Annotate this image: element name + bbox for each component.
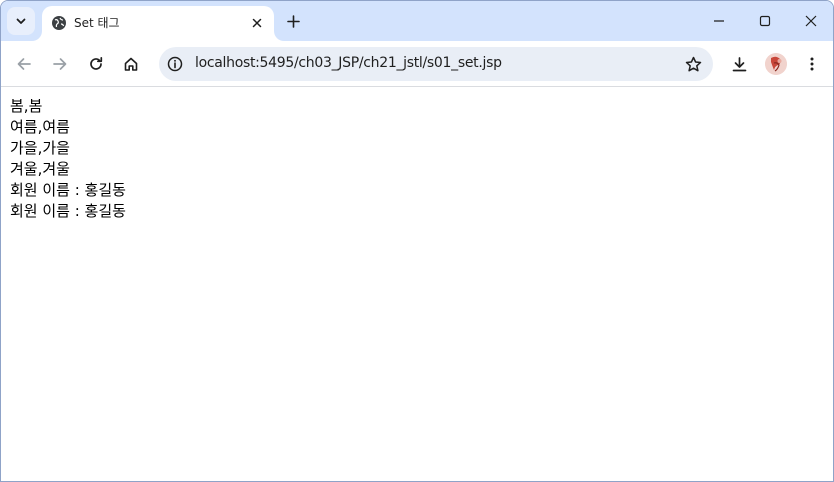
browser-window: Set 태그 localhost:5495/ch03_JSP/ch21_jstl… <box>0 0 834 482</box>
globe-icon <box>52 16 66 30</box>
page-content: 봄,봄 여름,여름 가을,가을 겨울,겨울 회원 이름 : 홍길동 회원 이름 … <box>1 88 833 481</box>
download-icon <box>732 56 746 71</box>
arrow-right-icon <box>53 58 67 70</box>
content-line: 회원 이름 : 홍길동 <box>10 202 126 220</box>
reload-icon <box>90 56 103 70</box>
maximize-icon <box>759 15 771 27</box>
back-button[interactable] <box>8 48 40 80</box>
address-bar[interactable]: localhost:5495/ch03_JSP/ch21_jstl/s01_se… <box>159 47 713 81</box>
avatar-image-icon <box>765 53 787 75</box>
plus-icon <box>286 14 300 28</box>
content-line: 가을,가을 <box>10 139 70 157</box>
url-text[interactable]: localhost:5495/ch03_JSP/ch21_jstl/s01_se… <box>195 55 502 71</box>
close-window-button[interactable] <box>788 1 833 41</box>
more-vertical-icon <box>810 57 814 71</box>
tab-title: Set 태그 <box>74 16 120 30</box>
content-line: 봄,봄 <box>10 97 43 115</box>
reload-button[interactable] <box>80 48 112 80</box>
arrow-left-icon <box>17 58 31 70</box>
info-icon <box>167 56 183 72</box>
content-line: 여름,여름 <box>10 118 70 136</box>
star-icon <box>685 56 701 71</box>
minimize-icon <box>714 20 724 22</box>
content-line: 회원 이름 : 홍길동 <box>10 181 126 199</box>
maximize-button[interactable] <box>742 1 788 41</box>
close-icon <box>252 18 262 28</box>
tab-strip: Set 태그 <box>1 1 833 41</box>
tab-active[interactable]: Set 태그 <box>42 6 274 41</box>
chevron-down-icon <box>16 18 26 24</box>
minimize-button[interactable] <box>696 1 742 41</box>
menu-button[interactable] <box>796 48 828 80</box>
close-icon <box>805 15 817 27</box>
bookmark-button[interactable] <box>679 50 707 78</box>
downloads-button[interactable] <box>723 48 755 80</box>
home-button[interactable] <box>115 48 147 80</box>
browser-toolbar: localhost:5495/ch03_JSP/ch21_jstl/s01_se… <box>1 41 833 87</box>
profile-avatar[interactable] <box>765 53 787 75</box>
tab-search-button[interactable] <box>7 7 35 35</box>
site-info-button[interactable] <box>163 52 187 76</box>
home-icon <box>124 57 138 71</box>
new-tab-button[interactable] <box>281 9 305 33</box>
content-line: 겨울,겨울 <box>10 160 70 178</box>
forward-button[interactable] <box>44 48 76 80</box>
tab-close-button[interactable] <box>248 14 266 32</box>
